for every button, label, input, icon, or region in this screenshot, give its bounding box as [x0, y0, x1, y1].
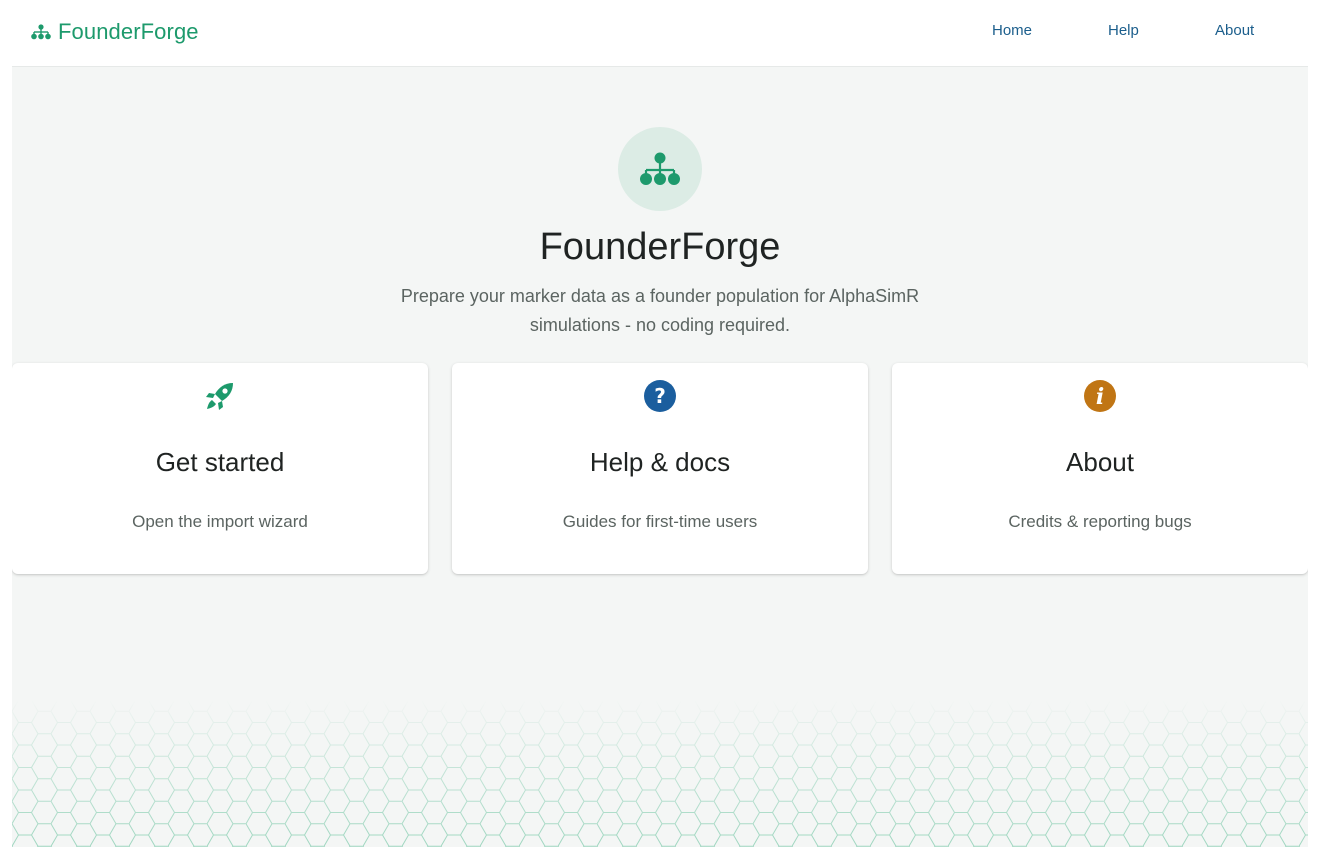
- hero-logo: [618, 127, 702, 211]
- nav-about-link[interactable]: About: [1215, 22, 1254, 39]
- brand-name: FounderForge: [58, 19, 199, 44]
- get-started-card[interactable]: Get started Open the import wizard: [12, 363, 428, 574]
- card-title: About: [1066, 447, 1134, 477]
- rocket-icon: [204, 380, 236, 412]
- card-description: Guides for first-time users: [562, 512, 758, 531]
- card-description: Open the import wizard: [132, 512, 308, 531]
- hexagon-pattern-background: [12, 700, 1308, 847]
- app-frame: FounderForge Home Help About FounderForg…: [12, 0, 1308, 847]
- card-title: Get started: [155, 447, 285, 477]
- card-title: Help & docs: [589, 447, 731, 477]
- nav-home-link[interactable]: Home: [992, 22, 1032, 39]
- nav-help-link[interactable]: Help: [1108, 22, 1139, 39]
- hierarchy-icon: [640, 152, 680, 185]
- help-docs-card[interactable]: ? Help & docs Guides for first-time user…: [452, 363, 868, 574]
- hero-title: FounderForge: [539, 226, 781, 268]
- card-description: Credits & reporting bugs: [1008, 512, 1192, 531]
- svg-text:?: ?: [654, 384, 666, 408]
- info-circle-icon: i: [1084, 380, 1116, 412]
- about-card[interactable]: i About Credits & reporting bugs: [892, 363, 1308, 574]
- hierarchy-icon: [30, 23, 52, 41]
- svg-text:i: i: [1096, 384, 1104, 410]
- hero-subtitle: Prepare your marker data as a founder po…: [400, 286, 920, 335]
- brand-link[interactable]: FounderForge: [30, 19, 199, 45]
- question-circle-icon: ?: [644, 380, 676, 412]
- navbar: FounderForge Home Help About: [12, 0, 1308, 67]
